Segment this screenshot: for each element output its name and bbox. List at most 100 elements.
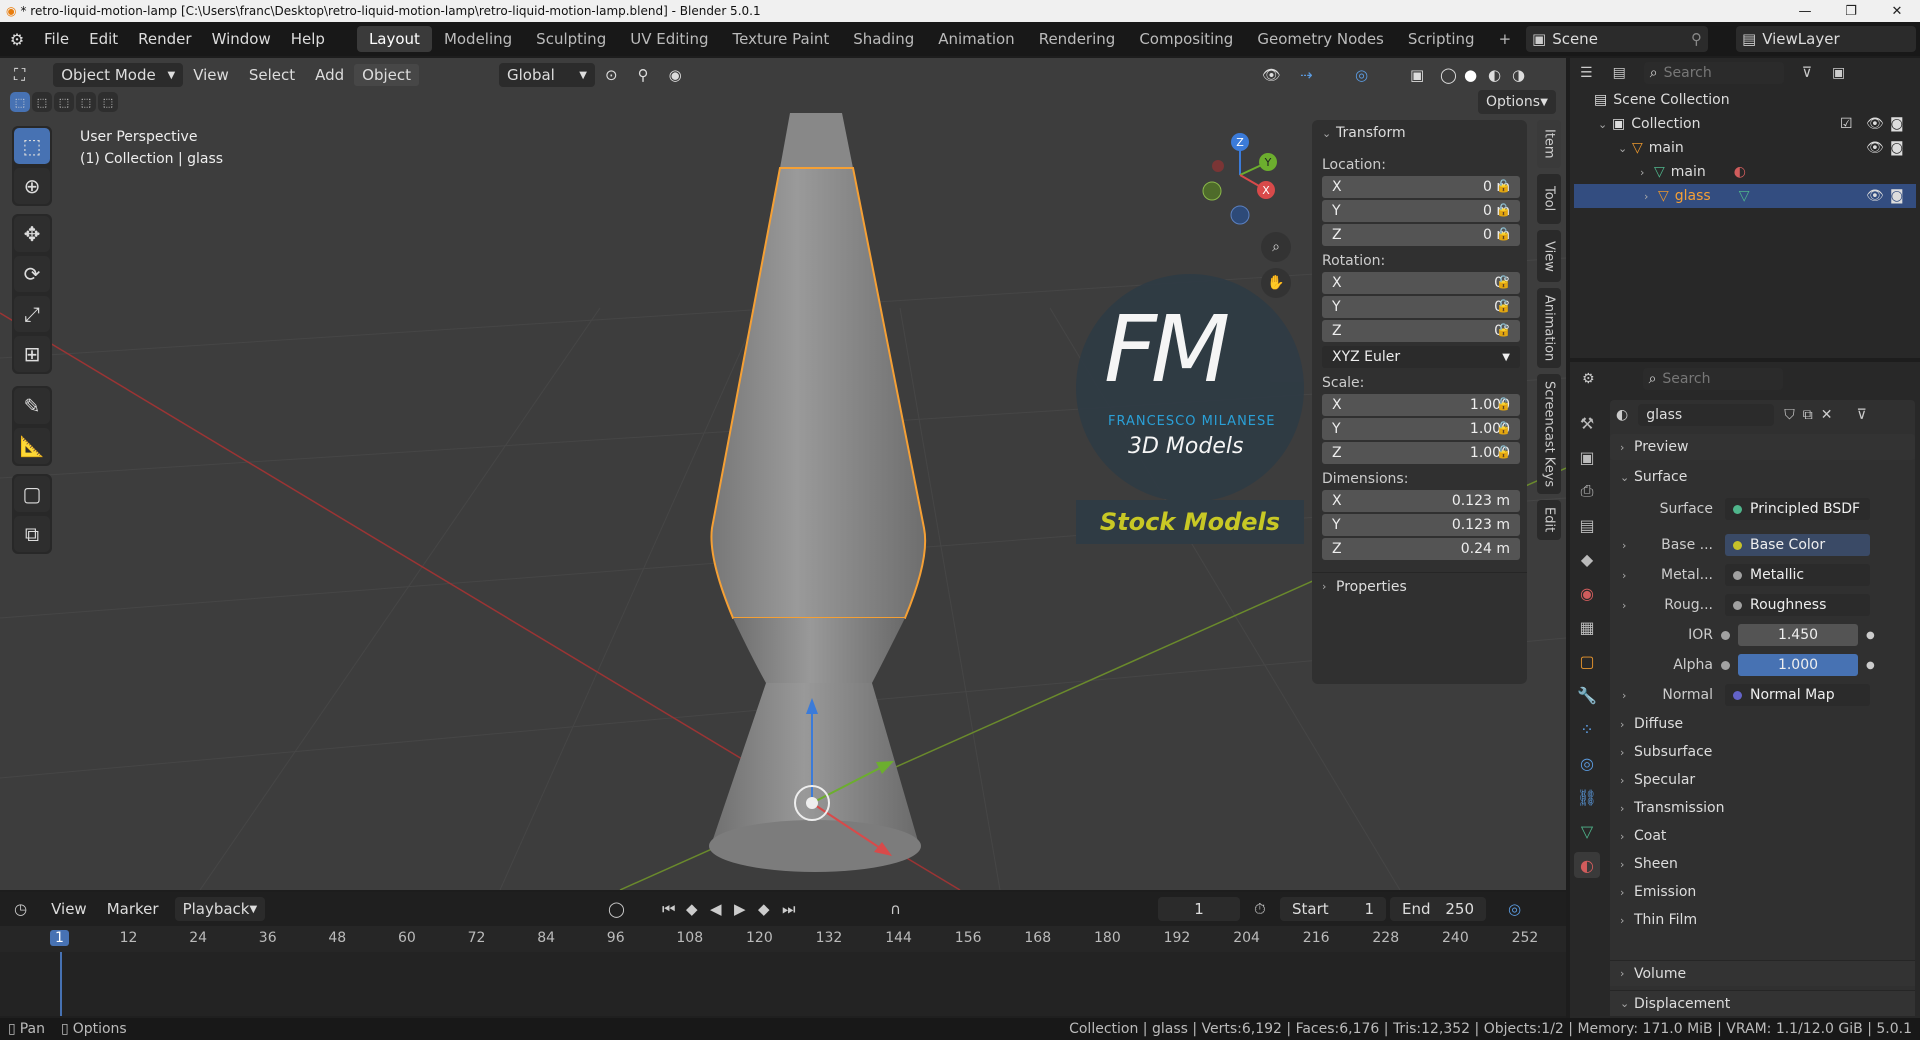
add-workspace-button[interactable]: +	[1487, 26, 1524, 52]
lock-icon[interactable]: 🔓	[1496, 299, 1511, 313]
chevron-right-icon[interactable]: ›	[1622, 689, 1636, 702]
viewport-menu-add[interactable]: Add	[305, 66, 354, 84]
modifier-tab-icon[interactable]: 🔧	[1574, 682, 1600, 708]
camera-icon[interactable]: ◙	[1890, 140, 1904, 156]
tab-geometry-nodes[interactable]: Geometry Nodes	[1245, 26, 1396, 52]
collection-tab-icon[interactable]: ▦	[1574, 614, 1600, 640]
chevron-right-icon[interactable]: ›	[1640, 166, 1654, 179]
view-layer-tab-icon[interactable]: ▤	[1574, 512, 1600, 538]
chevron-right-icon[interactable]: ›	[1622, 539, 1636, 552]
output-tab-icon[interactable]: ⎙	[1574, 478, 1600, 504]
menu-window[interactable]: Window	[202, 30, 281, 48]
eye-icon[interactable]: 👁	[1866, 188, 1884, 204]
lock-icon[interactable]: 🔓	[1496, 397, 1511, 411]
cursor-tool-icon[interactable]: ⊕	[14, 168, 50, 204]
timeline-menu-marker[interactable]: Marker	[97, 900, 169, 918]
ior-field[interactable]: 1.450	[1738, 624, 1858, 646]
shield-icon[interactable]: ⛉	[1784, 407, 1795, 423]
scene-tab-icon[interactable]: ◆	[1574, 546, 1600, 572]
menu-file[interactable]: File	[34, 30, 79, 48]
keyframe-dot-icon[interactable]: ●	[1866, 630, 1875, 641]
snap-icon[interactable]: ⚲	[628, 66, 659, 84]
shading-wireframe-icon[interactable]: ◯	[1440, 66, 1457, 84]
mode-selector[interactable]: Object Mode ▼	[53, 63, 184, 87]
sidebar-tab-edit[interactable]: Edit	[1537, 500, 1561, 540]
outliner-item-main-parent[interactable]: ⌄ ▽ main 👁 ◙	[1570, 136, 1920, 160]
keying-icon[interactable]: ∩	[890, 900, 901, 918]
end-frame-field[interactable]: End 250	[1390, 897, 1486, 921]
sidebar-tab-view[interactable]: View	[1537, 230, 1561, 282]
visibility-icon[interactable]: 👁	[1262, 66, 1281, 84]
constraints-tab-icon[interactable]: ⛓	[1574, 784, 1600, 810]
sidebar-tab-tool[interactable]: Tool	[1537, 174, 1561, 224]
add-cube-tool-icon[interactable]: ▢	[14, 476, 50, 512]
select-intersect-icon[interactable]: ⬚	[98, 92, 118, 112]
menu-render[interactable]: Render	[128, 30, 201, 48]
rotation-mode-select[interactable]: XYZ Euler ▼	[1322, 346, 1520, 368]
base-color-field[interactable]: Base Color	[1725, 534, 1870, 556]
annotate-tool-icon[interactable]: ✎	[14, 388, 50, 424]
surface-shader-field[interactable]: Principled BSDF	[1725, 498, 1870, 520]
outliner-item-glass[interactable]: › ▽ glass ▽ 👁 ◙	[1574, 184, 1916, 208]
pan-hand-icon[interactable]: ✋	[1261, 268, 1291, 298]
alpha-field[interactable]: 1.000	[1738, 654, 1858, 676]
scale-field-z[interactable]: Z 1.000 🔓	[1312, 442, 1527, 464]
location-field-x[interactable]: X0 m 🔓	[1312, 176, 1527, 198]
overlay-toggle-icon[interactable]: ◎	[1355, 66, 1368, 84]
rotation-field-x[interactable]: X 0° 🔓	[1312, 272, 1527, 294]
dimensions-field-x[interactable]: X 0.123 m	[1322, 490, 1520, 512]
close-icon[interactable]: ✕	[1821, 407, 1833, 423]
viewlayer-selector[interactable]: ▤ ViewLayer	[1736, 26, 1916, 52]
transform-section-header[interactable]: ⌄ Transform	[1312, 120, 1527, 146]
lock-icon[interactable]: 🔓	[1496, 421, 1511, 435]
displacement-section[interactable]: ⌄ Displacement	[1610, 990, 1915, 1016]
lock-icon[interactable]: 🔓	[1496, 179, 1511, 193]
glass-object[interactable]	[710, 113, 927, 619]
shading-solid-icon[interactable]: ●	[1464, 66, 1477, 84]
material-sphere-icon[interactable]: ◐	[1616, 407, 1628, 423]
sidebar-tab-animation[interactable]: Animation	[1537, 288, 1561, 368]
scale-field-x[interactable]: X 1.000 🔓	[1312, 394, 1527, 416]
scale-field-y[interactable]: Y 1.000 🔓	[1312, 418, 1527, 440]
chevron-down-icon[interactable]: ⌄	[1618, 142, 1632, 155]
scale-tool-icon[interactable]: ⤢	[14, 296, 50, 332]
camera-icon[interactable]: ◙	[1890, 116, 1904, 132]
physics-tab-icon[interactable]: ◎	[1574, 750, 1600, 776]
transform-tool-icon[interactable]: ⊞	[14, 336, 50, 372]
render-tab-icon[interactable]: ▣	[1574, 444, 1600, 470]
play-icon[interactable]: ▶	[734, 900, 746, 918]
outliner-search-input[interactable]: ⌕ Search	[1643, 62, 1784, 84]
pivot-icon[interactable]: ⊙	[595, 66, 628, 84]
subsection-coat[interactable]: › Coat	[1620, 822, 1910, 850]
lock-icon[interactable]: 🔓	[1496, 445, 1511, 459]
chevron-down-icon[interactable]: ⌄	[1598, 118, 1612, 131]
new-collection-icon[interactable]: ▣	[1832, 65, 1845, 81]
tab-texture-paint[interactable]: Texture Paint	[720, 26, 841, 52]
move-tool-icon[interactable]: ✥	[14, 216, 50, 252]
tab-compositing[interactable]: Compositing	[1127, 26, 1245, 52]
tab-sculpting[interactable]: Sculpting	[524, 26, 618, 52]
sidebar-tab-screencast-keys[interactable]: Screencast Keys	[1537, 374, 1561, 494]
select-new-icon[interactable]: ⬚	[10, 92, 30, 112]
lock-icon[interactable]: 🔓	[1496, 323, 1511, 337]
viewport-menu-view[interactable]: View	[183, 66, 239, 84]
chevron-right-icon[interactable]: ›	[1622, 599, 1636, 612]
prev-keyframe-icon[interactable]: ◆	[686, 900, 698, 918]
material-name-field[interactable]: glass	[1638, 404, 1775, 426]
normal-field[interactable]: Normal Map	[1725, 684, 1870, 706]
jump-start-icon[interactable]: ⏮	[662, 900, 676, 918]
properties-search-input[interactable]: ⌕ Search	[1642, 368, 1783, 390]
filter-icon[interactable]: ⊽	[1802, 65, 1812, 81]
dimensions-field-y[interactable]: Y 0.123 m	[1322, 514, 1520, 536]
select-extend-icon[interactable]: ⬚	[32, 92, 52, 112]
scene-selector[interactable]: ▣ Scene ⚲	[1526, 26, 1708, 52]
select-invert-icon[interactable]: ⬚	[76, 92, 96, 112]
world-tab-icon[interactable]: ◉	[1574, 580, 1600, 606]
menu-edit[interactable]: Edit	[79, 30, 128, 48]
custom-tool-icon[interactable]: ⧉	[14, 516, 50, 552]
timeline-menu-view[interactable]: View	[41, 900, 97, 918]
zoom-icon[interactable]: ⌕	[1261, 232, 1291, 262]
rotation-field-z[interactable]: Z 0° 🔓	[1312, 320, 1527, 342]
chevron-right-icon[interactable]: ›	[1644, 190, 1658, 203]
tab-rendering[interactable]: Rendering	[1027, 26, 1128, 52]
